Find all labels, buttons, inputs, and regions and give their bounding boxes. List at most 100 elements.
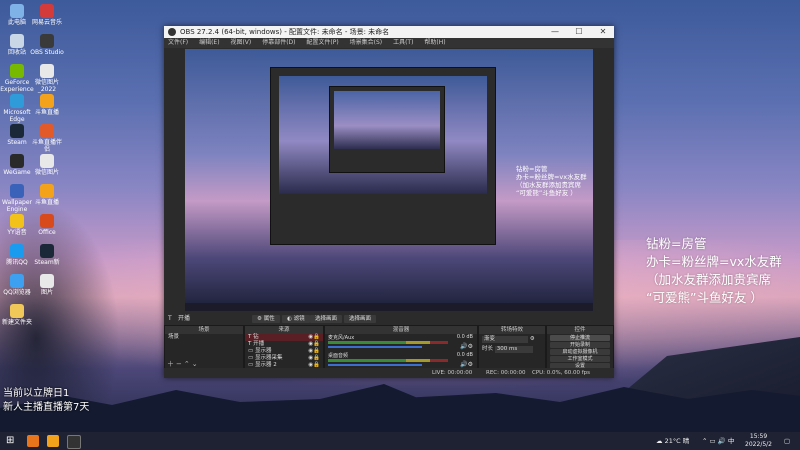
desktop-icon-label: Office: [38, 229, 56, 236]
mute-icon[interactable]: 🔊⚙: [460, 361, 473, 368]
title-bar[interactable]: OBS 27.2.4 (64-bit, windows) - 配置文件: 未命名…: [164, 26, 614, 38]
desktop-icon-label: Microsoft Edge: [3, 109, 31, 123]
nested-obs-preview-2: [329, 86, 445, 173]
desktop-icon[interactable]: Steam新: [30, 244, 64, 266]
app-icon: [10, 244, 24, 258]
transitions-dock: 转场特效 渐变 ⚙ 时长 300 ms: [478, 325, 546, 371]
app-icon: [10, 64, 24, 78]
desktop-icon[interactable]: 此电脑: [0, 4, 34, 26]
rec-timer: REC: 00:00:00: [486, 370, 526, 376]
desktop-icon[interactable]: 斗鱼直播: [30, 94, 64, 116]
source-item[interactable]: T 开播 ◉🔒: [245, 341, 323, 348]
sources-title: 来源: [245, 326, 323, 334]
app-icon: [40, 184, 54, 198]
menu-help[interactable]: 帮助(H): [424, 39, 445, 46]
mute-icon[interactable]: 🔊⚙: [460, 343, 473, 350]
desktop-icon-label: 网易云音乐: [31, 19, 62, 26]
transition-duration[interactable]: 时长 300 ms: [479, 346, 545, 353]
notification-icon[interactable]: ▢: [784, 432, 790, 450]
obs-window[interactable]: OBS 27.2.4 (64-bit, windows) - 配置文件: 未命名…: [164, 26, 614, 378]
source-item[interactable]: T 钻 ◉🔒: [245, 334, 323, 341]
desktop-icon-label: 此电脑: [7, 19, 26, 26]
app-icon: [10, 94, 24, 108]
menu-scene-collection[interactable]: 场景集合(S): [350, 39, 383, 46]
desktop-icon[interactable]: 斗鱼直播伴侣: [30, 124, 64, 153]
desktop-icon[interactable]: 微信图片_2022: [30, 64, 64, 93]
desktop-icon[interactable]: WeGame: [0, 154, 34, 176]
desktop-icon-label: 腾讯QQ: [6, 259, 28, 266]
mixer-channel: 麦克风/Aux 0.0 dB 🔊⚙: [325, 334, 477, 352]
channel-db: 0.0 dB: [456, 352, 473, 358]
preview-canvas[interactable]: 钻粉=房管 办卡=粉丝牌=vx水友群 （加水友群添加贵宾席 “可爱熊”斗鱼好友 …: [185, 49, 593, 311]
obs-taskbar-icon[interactable]: [67, 435, 81, 449]
stop-streaming-button[interactable]: 停止推流: [550, 335, 610, 341]
desktop-icon-label: WeGame: [3, 169, 31, 176]
taskbar-app-icon[interactable]: [47, 435, 59, 447]
virtual-camera-button[interactable]: 启动虚拟摄像机: [550, 349, 610, 355]
transition-select[interactable]: 渐变 ⚙: [479, 336, 545, 343]
desktop-icon[interactable]: Microsoft Edge: [0, 94, 34, 123]
taskbar-app-icon[interactable]: [27, 435, 39, 447]
desktop-icon[interactable]: 回收站: [0, 34, 34, 56]
preview-taskbar: [185, 303, 593, 311]
volume-slider[interactable]: [328, 346, 422, 348]
eye-icon[interactable]: ◉🔒: [308, 334, 320, 341]
desktop-icon-label: 斗鱼直播: [34, 109, 59, 116]
stream-caption-line: 新人主播直播第7天: [3, 402, 90, 413]
desktop-icon[interactable]: 新建文件夹: [0, 304, 34, 326]
desktop-icon[interactable]: 图片: [30, 274, 64, 296]
desktop-icon-label: Steam: [7, 139, 27, 146]
volume-meter: [328, 359, 448, 362]
nested-obs-preview: [270, 67, 496, 245]
mixer-title: 混音器: [325, 326, 477, 334]
stream-caption-line: 当前以立牌日1: [3, 388, 70, 399]
scene-item[interactable]: 场景: [165, 334, 243, 341]
source-item[interactable]: ▭ 显示器 ◉🔒: [245, 348, 323, 355]
select-display-button[interactable]: 选择画面: [310, 315, 343, 323]
source-item[interactable]: ▭ 显示器采集 ◉🔒: [245, 355, 323, 362]
overlay-line: （加水友群添加贵宾席: [646, 272, 772, 287]
desktop-icon[interactable]: 腾讯QQ: [0, 244, 34, 266]
desktop-icon[interactable]: Office: [30, 214, 64, 236]
volume-slider[interactable]: [328, 364, 422, 366]
sources-dock: 来源 T 钻 ◉🔒 T 开播 ◉🔒 ▭ 显示器 ◉🔒 ▭ 显示器采集 ◉🔒 ▭ 显示器 …: [244, 325, 324, 371]
studio-mode-button[interactable]: 工作室模式: [550, 356, 610, 362]
eye-icon[interactable]: ◉🔒: [308, 348, 320, 355]
desktop-icon[interactable]: 斗鱼直播: [30, 184, 64, 206]
app-icon: [10, 124, 24, 138]
clock[interactable]: 15:59 2022/5/2: [745, 433, 772, 449]
desktop-icon-label: Wallpaper Engine: [1, 199, 32, 213]
tray-icons[interactable]: ⌃ ▭ 🔊 中: [702, 432, 734, 450]
desktop-icon[interactable]: OBS Studio: [30, 34, 64, 56]
desktop-icon-label: QQ浏览器: [3, 289, 31, 296]
menu-profile[interactable]: 配置文件(P): [306, 39, 338, 46]
desktop-icon-label: OBS Studio: [30, 49, 64, 56]
desktop-icon[interactable]: Steam: [0, 124, 34, 146]
eye-icon[interactable]: ◉🔒: [308, 341, 320, 348]
menu-tools[interactable]: 工具(T): [393, 39, 413, 46]
menu-edit[interactable]: 编辑(E): [199, 39, 219, 46]
eye-icon[interactable]: ◉🔒: [308, 355, 320, 362]
desktop-icon[interactable]: 微信图片: [30, 154, 64, 176]
desktop-icon[interactable]: GeForce Experience: [0, 64, 34, 93]
start-icon[interactable]: ⊞: [6, 435, 18, 447]
menu-file[interactable]: 文件(F): [168, 39, 188, 46]
desktop-icon[interactable]: 网易云音乐: [30, 4, 64, 26]
desktop-icon[interactable]: Wallpaper Engine: [0, 184, 34, 213]
minimize-button[interactable]: —: [544, 26, 566, 38]
maximize-button[interactable]: ☐: [568, 26, 590, 38]
obs-logo-icon: [168, 28, 176, 36]
desktop-icon-label: 微信图片_2022: [34, 79, 59, 93]
start-recording-button[interactable]: 开始录制: [550, 342, 610, 348]
weather-status[interactable]: ☁ 21°C 晴: [656, 432, 689, 450]
volume-meter: [328, 341, 448, 344]
desktop-icon[interactable]: QQ浏览器: [0, 274, 34, 296]
desktop-icon[interactable]: YY语音: [0, 214, 34, 236]
filters-button[interactable]: ◐ 滤镜: [282, 315, 310, 323]
menu-docks[interactable]: 停靠部件(D): [262, 39, 295, 46]
select-display-button-2[interactable]: 选择画面: [344, 315, 377, 323]
close-button[interactable]: ✕: [592, 26, 614, 38]
overlay-line: （加水友群添加贵宾席: [516, 181, 581, 189]
menu-view[interactable]: 视图(V): [230, 39, 251, 46]
properties-button[interactable]: ⚙ 属性: [252, 315, 280, 323]
